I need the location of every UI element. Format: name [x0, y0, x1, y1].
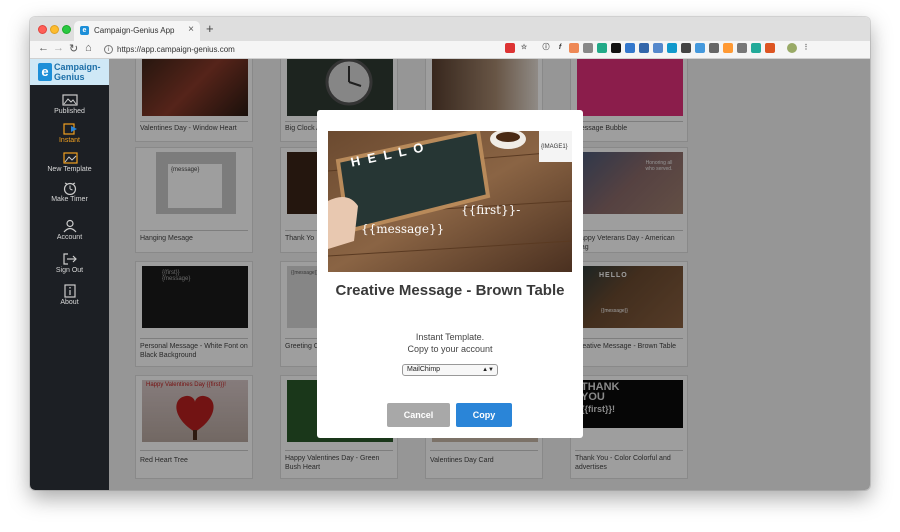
modal-title: Creative Message - Brown Table — [335, 282, 565, 299]
tab-title: Campaign-Genius App — [94, 26, 175, 35]
extension-icon[interactable] — [737, 43, 747, 53]
browser-tab[interactable]: e Campaign-Genius App × — [74, 21, 200, 41]
site-info-icon[interactable]: i — [104, 45, 113, 55]
sidebar-item-about[interactable]: About — [30, 284, 109, 306]
extension-icon[interactable] — [583, 43, 593, 53]
close-window-button[interactable] — [38, 25, 47, 34]
reload-icon[interactable]: ↻ — [69, 42, 78, 55]
extension-icon[interactable] — [709, 43, 719, 53]
extension-icon[interactable] — [723, 43, 733, 53]
extension-icon[interactable] — [505, 43, 515, 53]
sidebar-item-label: New Template — [47, 166, 92, 173]
address-bar[interactable]: i https://app.campaign-genius.com — [104, 43, 524, 57]
preview-image-tag: {IMAGE1} — [541, 144, 568, 150]
cancel-button[interactable]: Cancel — [387, 403, 450, 427]
extension-icon[interactable]: f — [555, 43, 565, 53]
extension-icon[interactable] — [653, 43, 663, 53]
minimize-window-button[interactable] — [50, 25, 59, 34]
modal-desc-line: Instant Template. — [415, 332, 485, 342]
sidebar-item-label: Sign Out — [55, 267, 84, 274]
extension-icon[interactable] — [597, 43, 607, 53]
instant-icon — [62, 123, 77, 135]
sidebar-item-make-timer[interactable]: Make Timer — [30, 181, 109, 203]
menu-icon[interactable]: ⋮ — [801, 43, 811, 53]
sidebar-item-label: Make Timer — [51, 196, 88, 203]
extension-icon[interactable] — [751, 43, 761, 53]
maximize-window-button[interactable] — [62, 25, 71, 34]
sidebar-item-published[interactable]: Published — [30, 93, 109, 115]
copy-button[interactable]: Copy — [456, 403, 512, 427]
select-arrows-icon: ▲▼ — [482, 367, 494, 373]
bookmark-star-icon[interactable]: ☆ — [519, 43, 529, 53]
forward-arrow-icon[interactable]: → — [53, 42, 64, 54]
avatar-icon[interactable] — [787, 43, 797, 53]
url-text: https://app.campaign-genius.com — [117, 45, 235, 54]
sidebar-item-account[interactable]: Account — [30, 219, 109, 241]
user-icon — [63, 219, 76, 233]
logo[interactable]: e Campaign-Genius — [30, 59, 109, 85]
extension-icon[interactable] — [765, 43, 775, 53]
preview-first-text: {{first}}- — [461, 203, 521, 217]
back-arrow-icon[interactable]: ← — [38, 42, 49, 54]
image-icon — [61, 94, 78, 106]
platform-select[interactable]: MailChimp ▲▼ — [402, 364, 498, 376]
preview-message-text: {{message}} — [361, 222, 445, 236]
sidebar-item-label: Published — [54, 108, 85, 115]
sign-out-icon — [62, 253, 77, 265]
sidebar: e Campaign-Genius Published Instant New … — [30, 59, 109, 490]
sidebar-item-label: About — [60, 299, 79, 306]
extension-icon[interactable] — [681, 43, 691, 53]
sidebar-item-label: Instant — [58, 137, 80, 144]
extension-icon[interactable] — [639, 43, 649, 53]
home-icon[interactable]: ⌂ — [85, 42, 92, 54]
extension-icon[interactable] — [695, 43, 705, 53]
extension-icon[interactable] — [625, 43, 635, 53]
extension-icon[interactable] — [611, 43, 621, 53]
new-tab-button[interactable]: + — [206, 21, 214, 36]
tab-bar: e Campaign-Genius App × + — [30, 17, 870, 41]
modal-description: Instant Template. Copy to your account — [317, 331, 583, 355]
extension-icon[interactable] — [667, 43, 677, 53]
new-template-icon — [62, 152, 78, 164]
extension-icons: ☆ ⓘ f ⋮ — [505, 43, 811, 57]
app-content: e Campaign-Genius Published Instant New … — [30, 59, 870, 490]
logo-text: Campaign-Genius — [54, 62, 101, 82]
campaign-genius-favicon-icon: e — [80, 26, 89, 35]
info-icon — [63, 284, 76, 298]
sidebar-item-instant[interactable]: Instant — [30, 122, 109, 144]
extension-icon[interactable] — [569, 43, 579, 53]
timer-icon — [63, 182, 76, 195]
modal-desc-line: Copy to your account — [407, 344, 493, 354]
template-preview-image: H E L L O {{first}}- {{message}} {IMAGE1… — [328, 131, 572, 272]
sidebar-item-new-template[interactable]: New Template — [30, 151, 109, 173]
extension-icon[interactable]: ⓘ — [541, 43, 551, 53]
platform-select-value: MailChimp — [407, 366, 441, 373]
sidebar-item-label: Account — [56, 234, 83, 241]
template-modal: H E L L O {{first}}- {{message}} {IMAGE1… — [317, 110, 583, 438]
sidebar-item-sign-out[interactable]: Sign Out — [30, 252, 109, 274]
browser-toolbar: ← → ↻ ⌂ i https://app.campaign-genius.com… — [30, 41, 870, 59]
logo-icon: e — [38, 63, 52, 81]
browser-window: e Campaign-Genius App × + ← → ↻ ⌂ i https… — [30, 17, 870, 490]
tab-close-icon[interactable]: × — [188, 24, 194, 35]
